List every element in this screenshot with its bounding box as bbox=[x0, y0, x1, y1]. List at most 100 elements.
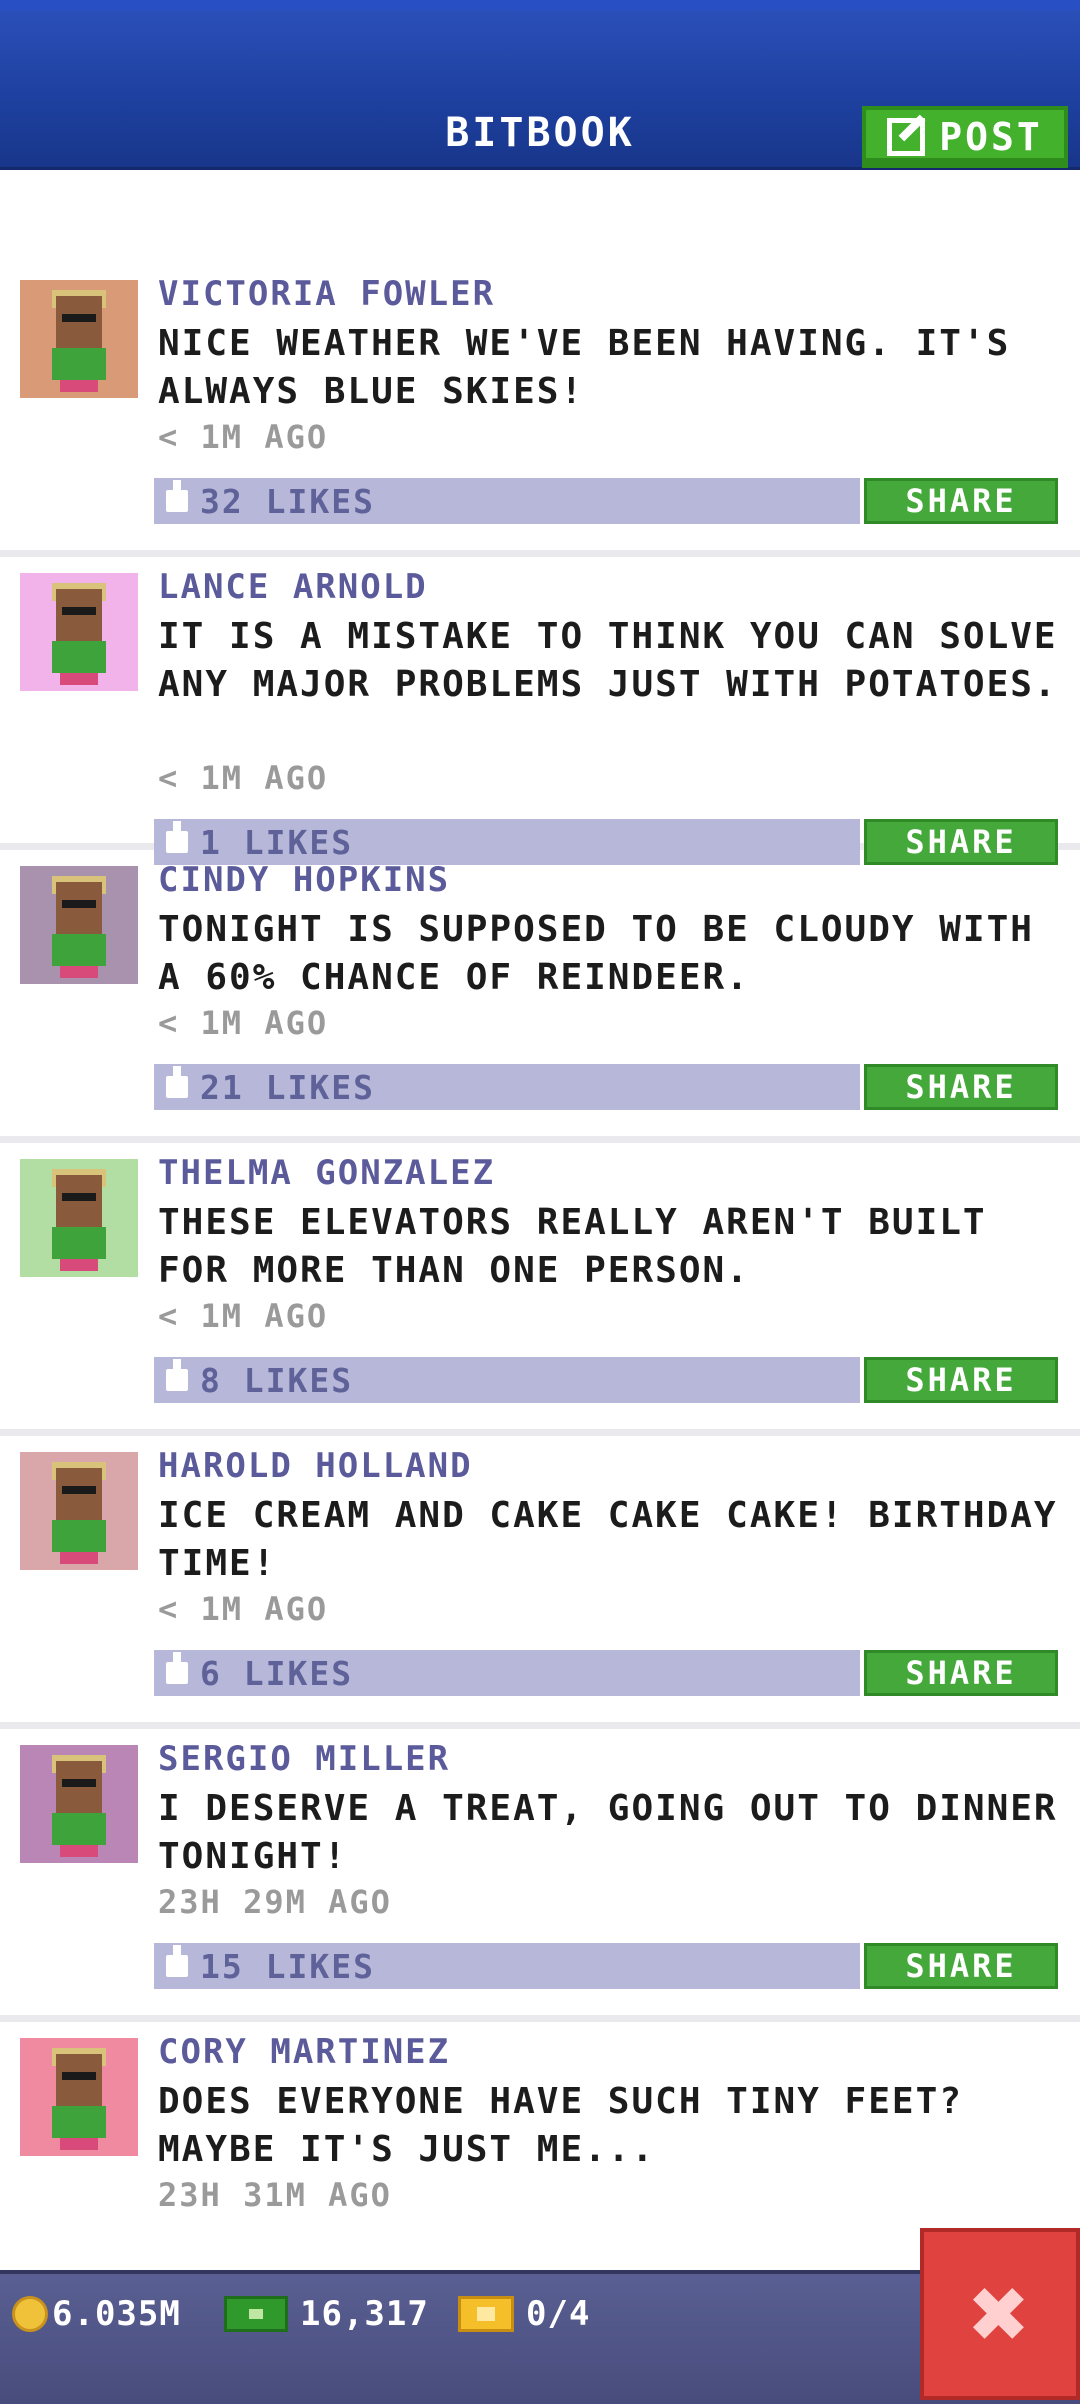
post-author[interactable]: VICTORIA FOWLER bbox=[158, 274, 495, 314]
feed[interactable]: VICTORIA FOWLER NICE WEATHER WE'VE BEEN H… bbox=[0, 170, 1080, 2270]
post-text: DOES EVERYONE HAVE SUCH TINY FEET? MAYBE… bbox=[158, 2081, 963, 2170]
avatar-legs bbox=[60, 1552, 98, 1564]
post-time: 23H 31M AGO bbox=[158, 2176, 392, 2214]
avatar[interactable] bbox=[20, 1745, 138, 1863]
top-bar: BITBOOK POST bbox=[0, 0, 1080, 170]
likes-bar: 6 LIKES bbox=[154, 1650, 860, 1696]
avatar-legs bbox=[60, 966, 98, 978]
status-bar: 6.035M 16,317 0/4 bbox=[0, 2270, 1080, 2404]
post-button-label: POST bbox=[939, 115, 1043, 159]
post-time: 23H 29M AGO bbox=[158, 1883, 392, 1921]
avatar-body bbox=[52, 2106, 106, 2138]
post-time: < 1M AGO bbox=[158, 1590, 329, 1628]
avatar-eyes bbox=[62, 900, 96, 908]
likes-bar: 21 LIKES bbox=[154, 1064, 860, 1110]
avatar-body bbox=[52, 1813, 106, 1845]
thumbs-up-icon bbox=[166, 1359, 188, 1391]
avatar-eyes bbox=[62, 607, 96, 615]
bux-icon bbox=[224, 2296, 288, 2332]
post-author[interactable]: SERGIO MILLER bbox=[158, 1739, 450, 1779]
post: HAROLD HOLLAND ICE CREAM AND CAKE CAKE CA… bbox=[0, 1442, 1080, 1729]
avatar[interactable] bbox=[20, 2038, 138, 2156]
coins-stat: 6.035M bbox=[12, 2294, 181, 2334]
thumbs-up-icon bbox=[166, 1652, 188, 1684]
avatar-body bbox=[52, 1520, 106, 1552]
tickets-value: 0/4 bbox=[526, 2294, 591, 2334]
avatar-body bbox=[52, 1227, 106, 1259]
avatar-eyes bbox=[62, 1779, 96, 1787]
thumbs-up-icon bbox=[166, 821, 188, 853]
share-button[interactable]: SHARE bbox=[864, 1064, 1058, 1110]
thumbs-up-icon bbox=[166, 480, 188, 512]
likes-bar: 32 LIKES bbox=[154, 478, 860, 524]
avatar[interactable] bbox=[20, 573, 138, 691]
edit-icon bbox=[887, 118, 926, 156]
post-time: < 1M AGO bbox=[158, 418, 329, 456]
post-text: IT IS A MISTAKE TO THINK YOU CAN SOLVE A… bbox=[158, 616, 1058, 705]
post-text: NICE WEATHER WE'VE BEEN HAVING. IT'S ALW… bbox=[158, 323, 1011, 412]
post: THELMA GONZALEZ THESE ELEVATORS REALLY AR… bbox=[0, 1149, 1080, 1436]
avatar[interactable] bbox=[20, 1159, 138, 1277]
likes-count: 6 LIKES bbox=[200, 1653, 354, 1693]
avatar-head bbox=[56, 589, 102, 641]
bux-value: 16,317 bbox=[300, 2294, 429, 2334]
post-text: TONIGHT IS SUPPOSED TO BE CLOUDY WITH A … bbox=[158, 909, 1034, 998]
post: CINDY HOPKINS TONIGHT IS SUPPOSED TO BE C… bbox=[0, 856, 1080, 1143]
share-button[interactable]: SHARE bbox=[864, 1650, 1058, 1696]
post-text: THESE ELEVATORS REALLY AREN'T BUILT FOR … bbox=[158, 1202, 987, 1291]
avatar-head bbox=[56, 1468, 102, 1520]
avatar[interactable] bbox=[20, 1452, 138, 1570]
avatar-legs bbox=[60, 673, 98, 685]
avatar-eyes bbox=[62, 2072, 96, 2080]
post: CORY MARTINEZ DOES EVERYONE HAVE SUCH TIN… bbox=[0, 2028, 1080, 2270]
likes-count: 15 LIKES bbox=[200, 1946, 375, 1986]
coin-icon bbox=[12, 2296, 48, 2332]
post: LANCE ARNOLD IT IS A MISTAKE TO THINK YOU… bbox=[0, 563, 1080, 865]
post-author[interactable]: CORY MARTINEZ bbox=[158, 2032, 450, 2072]
avatar[interactable] bbox=[20, 866, 138, 984]
post-author[interactable]: LANCE ARNOLD bbox=[158, 567, 428, 607]
post: VICTORIA FOWLER NICE WEATHER WE'VE BEEN H… bbox=[0, 270, 1080, 557]
avatar-head bbox=[56, 2054, 102, 2106]
bux-stat: 16,317 bbox=[224, 2294, 429, 2334]
post-text: ICE CREAM AND CAKE CAKE CAKE! BIRTHDAY T… bbox=[158, 1495, 1058, 1584]
close-icon: ✖ bbox=[969, 2255, 1031, 2372]
post-author[interactable]: CINDY HOPKINS bbox=[158, 860, 450, 900]
likes-count: 8 LIKES bbox=[200, 1360, 354, 1400]
thumbs-up-icon bbox=[166, 1066, 188, 1098]
post-author[interactable]: HAROLD HOLLAND bbox=[158, 1446, 473, 1486]
avatar-body bbox=[52, 934, 106, 966]
close-button[interactable]: ✖ bbox=[920, 2228, 1080, 2400]
share-button[interactable]: SHARE bbox=[864, 478, 1058, 524]
avatar-eyes bbox=[62, 1486, 96, 1494]
avatar-body bbox=[52, 641, 106, 673]
avatar-head bbox=[56, 1761, 102, 1813]
avatar-head bbox=[56, 296, 102, 348]
avatar-legs bbox=[60, 380, 98, 392]
avatar-head bbox=[56, 882, 102, 934]
share-button[interactable]: SHARE bbox=[864, 1357, 1058, 1403]
avatar-head bbox=[56, 1175, 102, 1227]
post-time: < 1M AGO bbox=[158, 1004, 329, 1042]
likes-bar: 15 LIKES bbox=[154, 1943, 860, 1989]
thumbs-up-icon bbox=[166, 1945, 188, 1977]
coins-value: 6.035M bbox=[52, 2294, 181, 2334]
likes-count: 21 LIKES bbox=[200, 1067, 375, 1107]
post-author[interactable]: THELMA GONZALEZ bbox=[158, 1153, 495, 1193]
avatar-legs bbox=[60, 1259, 98, 1271]
avatar-eyes bbox=[62, 1193, 96, 1201]
share-button[interactable]: SHARE bbox=[864, 1943, 1058, 1989]
post-text: I DESERVE A TREAT, GOING OUT TO DINNER T… bbox=[158, 1788, 1058, 1877]
post-time: < 1M AGO bbox=[158, 759, 329, 797]
ticket-icon bbox=[458, 2296, 514, 2332]
avatar[interactable] bbox=[20, 280, 138, 398]
post: SERGIO MILLER I DESERVE A TREAT, GOING OU… bbox=[0, 1735, 1080, 2022]
avatar-eyes bbox=[62, 314, 96, 322]
post-time: < 1M AGO bbox=[158, 1297, 329, 1335]
likes-count: 32 LIKES bbox=[200, 481, 375, 521]
tickets-stat: 0/4 bbox=[458, 2294, 590, 2334]
avatar-legs bbox=[60, 1845, 98, 1857]
post-button[interactable]: POST bbox=[862, 106, 1068, 168]
likes-bar: 8 LIKES bbox=[154, 1357, 860, 1403]
avatar-body bbox=[52, 348, 106, 380]
